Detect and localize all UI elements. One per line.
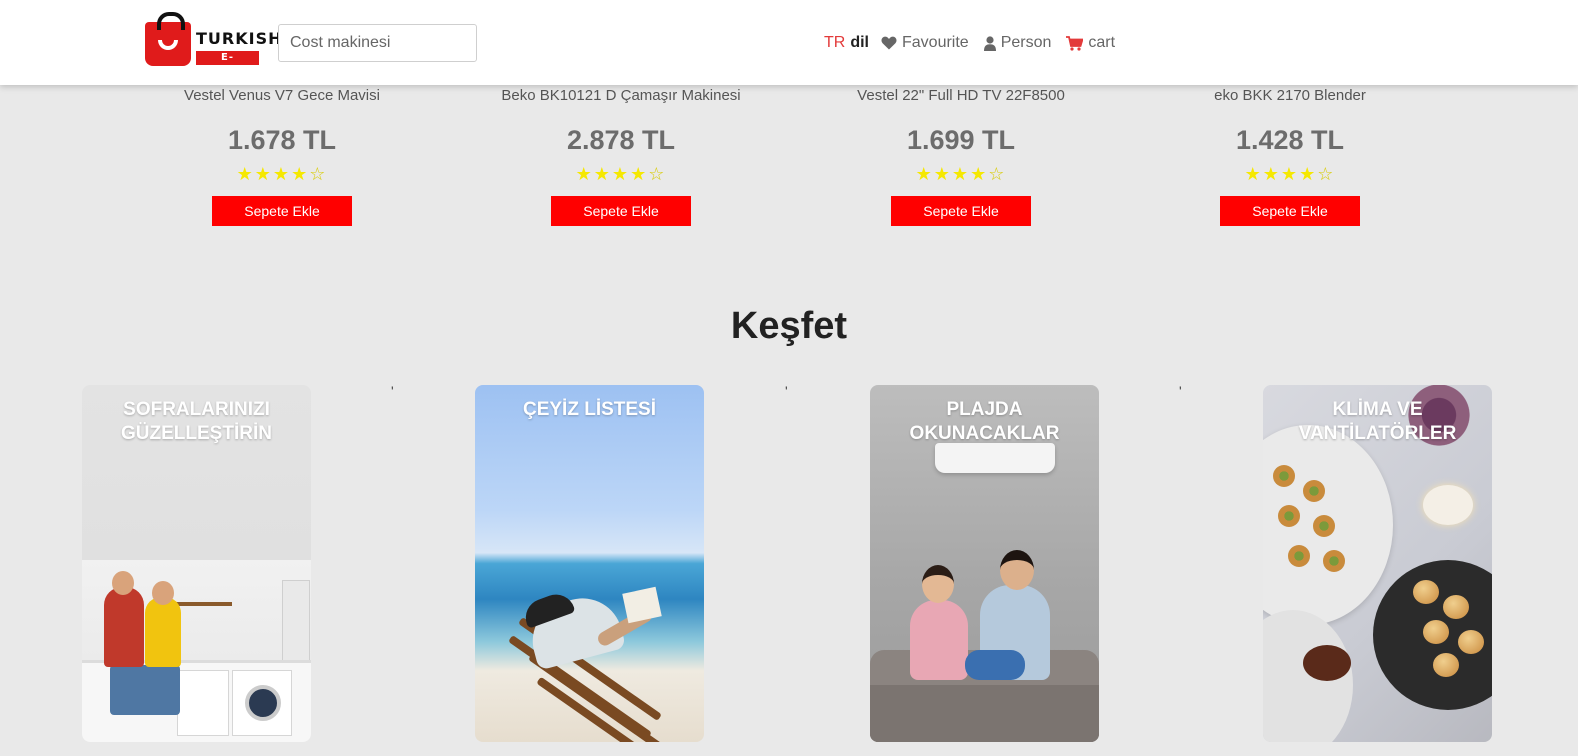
air-conditioner-image: [935, 443, 1055, 473]
person-link[interactable]: Person: [983, 34, 1052, 52]
washing-machine-image: [232, 670, 292, 736]
search-input[interactable]: [278, 24, 477, 62]
heart-icon: [881, 36, 897, 50]
logo-text-turkish: TURKISH: [196, 29, 283, 48]
star-rating: ★★★★☆: [236, 164, 328, 184]
separator-mark: ': [391, 383, 394, 399]
separator-mark: ': [1179, 383, 1182, 399]
product-price: 1.699 TL: [906, 125, 1016, 155]
favourite-label: Favourite: [902, 34, 969, 51]
dishwasher-image: [177, 670, 229, 736]
star-rating: ★★★★☆: [1244, 164, 1336, 184]
language-code: TR: [824, 34, 846, 51]
book-image: [622, 586, 662, 624]
top-navbar: TURKISH E-MARKET TR dil Favourite Person…: [0, 0, 1578, 85]
discover-card[interactable]: SOFRALARINIZI GÜZELLEŞTİRİN: [82, 385, 311, 742]
discover-card[interactable]: KLİMA VE VANTİLATÖRLER: [1263, 385, 1492, 742]
discover-card-title: KLİMA VE VANTİLATÖRLER: [1298, 399, 1457, 444]
person-label: Person: [1000, 34, 1052, 51]
shopping-bag-icon: [145, 12, 191, 66]
language-label: dil: [850, 34, 869, 51]
discover-card[interactable]: PLAJDA OKUNACAKLAR: [870, 385, 1099, 742]
add-to-cart-button[interactable]: Sepete Ekle: [891, 196, 1031, 226]
logo-text-emarket: E-MARKET: [196, 51, 259, 77]
discover-card-title: ÇEYİZ LİSTESİ: [522, 399, 657, 420]
product-name[interactable]: Vestel Venus V7 Gece Mavisi: [132, 87, 432, 104]
add-to-cart-button[interactable]: Sepete Ekle: [212, 196, 352, 226]
product-name[interactable]: Beko BK10121 D Çamaşır Makinesi: [471, 87, 771, 104]
add-to-cart-button[interactable]: Sepete Ekle: [1220, 196, 1360, 226]
star-rating: ★★★★☆: [915, 164, 1007, 184]
product-price: 1.678 TL: [227, 125, 337, 155]
section-title: Keşfet: [730, 305, 848, 347]
language-selector[interactable]: TR dil: [824, 34, 869, 52]
product-name[interactable]: Vestel 22" Full HD TV 22F8500: [811, 87, 1111, 104]
add-to-cart-button[interactable]: Sepete Ekle: [551, 196, 691, 226]
product-name[interactable]: eko BKK 2170 Blender: [1140, 87, 1440, 104]
site-logo[interactable]: TURKISH E-MARKET: [145, 12, 282, 77]
product-row: Vestel Venus V7 Gece Mavisi 1.678 TL ★★★…: [0, 85, 1578, 245]
discover-card[interactable]: ÇEYİZ LİSTESİ: [475, 385, 704, 742]
product-price: 2.878 TL: [566, 125, 676, 155]
cart-link[interactable]: cart: [1066, 34, 1115, 52]
discover-card-title: PLAJDA OKUNACAKLAR: [909, 399, 1060, 444]
nav-links: TR dil Favourite Person cart: [824, 33, 1130, 53]
user-icon: [983, 35, 996, 51]
cart-label: cart: [1088, 34, 1116, 51]
favourite-link[interactable]: Favourite: [881, 34, 969, 52]
discover-card-title: SOFRALARINIZI GÜZELLEŞTİRİN: [121, 399, 272, 444]
product-price: 1.428 TL: [1235, 125, 1345, 155]
separator-mark: ': [785, 383, 788, 399]
star-rating: ★★★★☆: [575, 164, 667, 184]
cart-icon: [1066, 35, 1084, 51]
